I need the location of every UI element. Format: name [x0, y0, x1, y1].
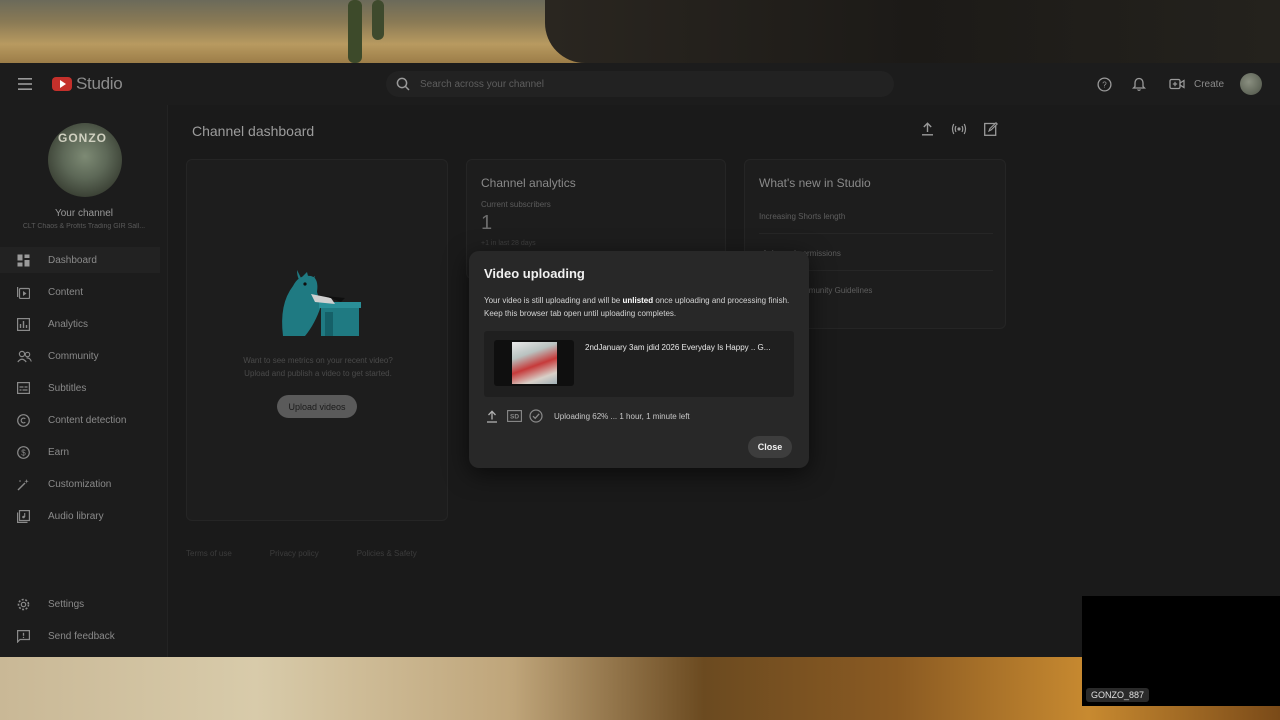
- notifications-bell-icon[interactable]: [1128, 72, 1150, 96]
- empty-state-line: Upload and publish a video to get starte…: [244, 369, 392, 378]
- search-icon[interactable]: [386, 71, 420, 97]
- top-right-actions: ? Create: [1094, 72, 1262, 96]
- footer-links: Terms of use Privacy policy Policies & S…: [186, 549, 417, 558]
- empty-state-text: Want to see metrics on your recent video…: [217, 354, 419, 380]
- sidebar-item-label: Content detection: [48, 414, 127, 426]
- sidebar-item-label: Subtitles: [48, 382, 87, 394]
- subscribers-label: Current subscribers: [481, 200, 551, 209]
- upload-icon[interactable]: [916, 118, 938, 140]
- video-thumbnail: [494, 340, 574, 386]
- news-item[interactable]: Increasing Shorts length: [759, 212, 993, 234]
- page-title: Channel dashboard: [192, 123, 315, 139]
- sidebar-item-customization[interactable]: Customization: [0, 471, 160, 497]
- subtitles-icon: [0, 382, 48, 394]
- dashboard-icon: [0, 254, 48, 267]
- subscribers-change: +1 in last 28 days: [481, 240, 536, 247]
- sidebar-item-settings[interactable]: Settings: [0, 591, 160, 617]
- channel-name: CLT Chaos & Profits Trading GIR Sall...: [22, 223, 146, 230]
- privacy-link[interactable]: Privacy policy: [270, 549, 319, 558]
- content-icon: [0, 286, 48, 299]
- studio-logo[interactable]: Studio: [52, 74, 123, 94]
- sidebar-item-label: Content: [48, 286, 84, 298]
- community-icon: [0, 350, 48, 363]
- logo-text: Studio: [76, 74, 123, 93]
- sidebar-item-label: Earn: [48, 446, 70, 458]
- sidebar-item-audio-library[interactable]: Audio library: [0, 503, 160, 529]
- feedback-icon: [0, 629, 48, 643]
- sidebar-item-content-detection[interactable]: Content detection: [0, 407, 160, 433]
- visibility-status: unlisted: [622, 296, 654, 305]
- close-button[interactable]: Close: [748, 436, 792, 458]
- upload-arrow-icon: [484, 408, 500, 424]
- copyright-icon: [0, 413, 48, 427]
- check-circle-icon: [528, 408, 544, 424]
- upload-status: SD Uploading 62% ... 1 hour, 1 minute le…: [484, 408, 690, 424]
- sidebar: GONZO Your channel CLT Chaos & Profits T…: [0, 105, 168, 657]
- sidebar-item-community[interactable]: Community: [0, 343, 160, 369]
- svg-text:$: $: [21, 448, 26, 457]
- hamburger-menu-icon[interactable]: [14, 73, 36, 95]
- analytics-icon: [0, 317, 48, 331]
- youtube-play-icon: [52, 77, 72, 91]
- sidebar-item-label: Dashboard: [48, 254, 97, 266]
- subscribers-count: 1: [481, 212, 493, 234]
- magic-wand-icon: [0, 478, 48, 491]
- cactus-shape: [372, 0, 384, 40]
- create-button[interactable]: Create: [1162, 72, 1228, 96]
- sidebar-item-content[interactable]: Content: [0, 279, 160, 305]
- card-title: What's new in Studio: [759, 176, 871, 190]
- video-camera-plus-icon: [1166, 72, 1188, 96]
- channel-avatar[interactable]: GONZO: [48, 123, 122, 197]
- dollar-icon: $: [0, 445, 48, 459]
- uploading-video-item[interactable]: 2ndJanuary 3am jdid 2026 Everyday Is Hap…: [484, 331, 794, 397]
- upload-video-card: Want to see metrics on your recent video…: [186, 159, 448, 521]
- create-post-icon[interactable]: [980, 118, 1002, 140]
- dialog-title: Video uploading: [484, 266, 585, 281]
- sidebar-item-analytics[interactable]: Analytics: [0, 311, 160, 337]
- sidebar-item-earn[interactable]: $ Earn: [0, 439, 160, 465]
- your-channel-label: Your channel: [54, 208, 113, 219]
- empty-state-line: Want to see metrics on your recent video…: [243, 356, 393, 365]
- sidebar-item-label: Customization: [48, 478, 112, 490]
- video-uploading-dialog: Video uploading Your video is still uplo…: [469, 251, 809, 468]
- account-avatar[interactable]: [1240, 73, 1262, 95]
- upload-videos-button[interactable]: Upload videos: [277, 395, 357, 418]
- avatar-logo-text: GONZO: [58, 131, 107, 145]
- sidebar-item-label: Settings: [48, 598, 85, 610]
- sidebar-item-label: Audio library: [48, 510, 104, 522]
- top-bar: Studio ? Create: [0, 63, 1280, 105]
- card-title: Channel analytics: [481, 176, 576, 190]
- cactus-shape: [348, 0, 362, 63]
- svg-text:SD: SD: [509, 414, 518, 421]
- search-bar[interactable]: [386, 71, 894, 97]
- search-input[interactable]: [420, 78, 860, 90]
- sidebar-item-label: Analytics: [48, 318, 89, 330]
- sidebar-item-send-feedback[interactable]: Send feedback: [0, 623, 160, 649]
- background-desert-photo: [0, 0, 1280, 63]
- dashboard-actions: [916, 118, 1002, 140]
- upload-progress-text: Uploading 62% ... 1 hour, 1 minute left: [554, 411, 690, 421]
- video-title: 2ndJanuary 3am jdid 2026 Everyday Is Hap…: [585, 343, 771, 352]
- sidebar-item-label: Send feedback: [48, 630, 115, 642]
- terms-link[interactable]: Terms of use: [186, 549, 232, 558]
- sidebar-item-dashboard[interactable]: Dashboard: [0, 247, 160, 273]
- policies-link[interactable]: Policies & Safety: [357, 549, 417, 558]
- dialog-message-text: Your video is still uploading and will b…: [484, 296, 623, 305]
- create-label: Create: [1193, 78, 1224, 90]
- upload-illustration: [282, 270, 361, 336]
- sd-quality-icon: SD: [506, 408, 522, 424]
- audio-library-icon: [0, 509, 48, 523]
- sidebar-item-label: Community: [48, 350, 99, 362]
- help-icon[interactable]: ?: [1094, 72, 1116, 96]
- dialog-message: Your video is still uploading and will b…: [484, 294, 796, 320]
- svg-text:?: ?: [1103, 80, 1108, 89]
- webcam-username-label: GONZO_887: [1086, 688, 1150, 702]
- sidebar-item-subtitles[interactable]: Subtitles: [0, 375, 160, 401]
- vehicle-shape: [545, 0, 1280, 63]
- go-live-icon[interactable]: [948, 118, 970, 140]
- gear-icon: [0, 598, 48, 611]
